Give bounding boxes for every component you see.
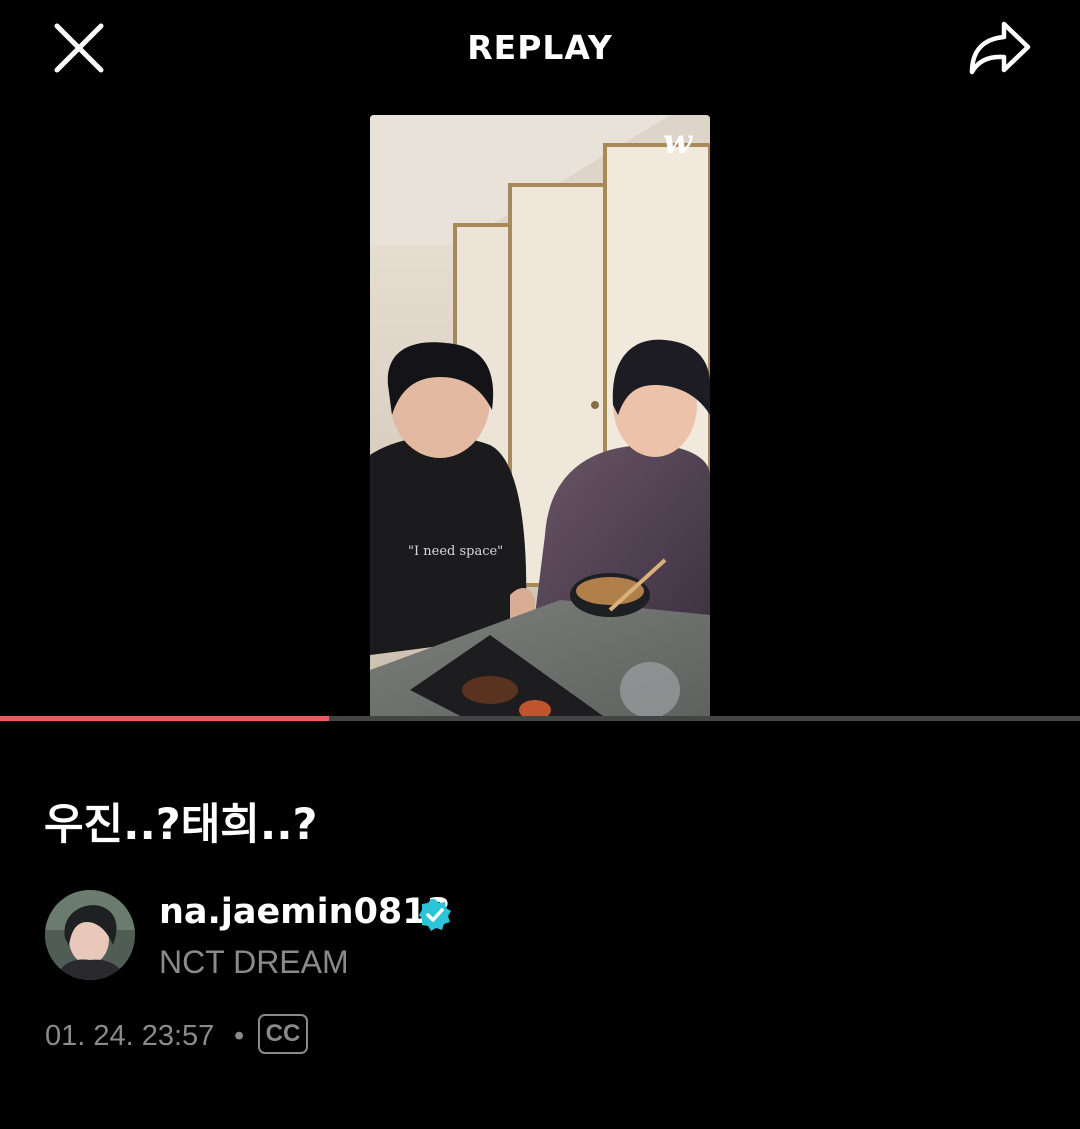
avatar[interactable] — [45, 890, 135, 980]
video-title: 우진..?태희..? — [44, 800, 318, 850]
video-player[interactable]: "I need space" w — [370, 115, 710, 721]
video-thumbnail: "I need space" — [370, 115, 710, 721]
channel-name[interactable]: na.jaemin0813 — [159, 892, 451, 932]
broadcast-date: 01. 24. 23:57 — [45, 1020, 215, 1052]
cc-button[interactable]: CC — [258, 1014, 308, 1054]
weverse-logo: w — [662, 122, 692, 162]
verified-badge-icon — [419, 899, 451, 931]
share-button[interactable] — [964, 18, 1036, 80]
progress-fill — [0, 716, 330, 721]
avatar-image — [45, 890, 135, 980]
share-icon — [969, 21, 1031, 75]
meta-separator: • — [234, 1020, 245, 1052]
page-title: REPLAY — [467, 28, 613, 67]
progress-bar[interactable] — [0, 716, 1080, 721]
svg-text:"I need space": "I need space" — [408, 544, 503, 559]
channel-subtitle: NCT DREAM — [159, 944, 349, 980]
